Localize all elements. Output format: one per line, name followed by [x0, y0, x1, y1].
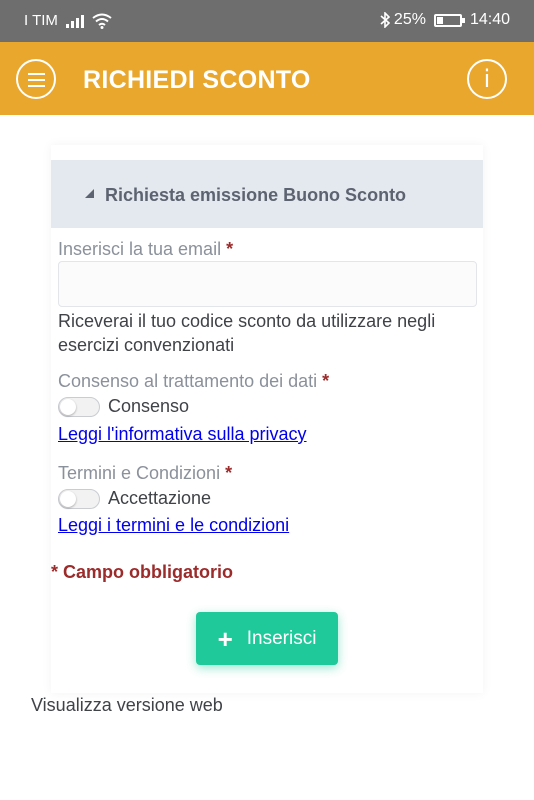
carrier-name: I TIM [24, 12, 58, 29]
email-label-text: Inserisci la tua email [58, 239, 222, 259]
battery-percent: 25% [393, 11, 426, 28]
form-card: Richiesta emissione Buono Sconto Inseris… [51, 145, 483, 693]
consent-toggle-row: Consenso [58, 396, 189, 417]
submit-label: Inserisci [246, 627, 317, 649]
submit-button[interactable]: + Inserisci [196, 612, 338, 665]
panel-header[interactable]: Richiesta emissione Buono Sconto [51, 160, 483, 228]
hamburger-icon-line [28, 85, 45, 87]
panel-title: Richiesta emissione Buono Sconto [105, 185, 407, 205]
consent-toggle-label: Consenso [108, 396, 190, 416]
email-help-text: Riceverai il tuo codice sconto da utiliz… [58, 311, 436, 355]
terms-toggle[interactable] [58, 488, 100, 509]
email-label: Inserisci la tua email * [58, 239, 233, 260]
page-title: RICHIEDI SCONTO [83, 66, 311, 94]
web-version-link[interactable]: Visualizza versione web [31, 695, 223, 716]
terms-toggle-label: Accettazione [108, 488, 212, 508]
signal-icon [65, 14, 84, 28]
bluetooth-icon [380, 12, 390, 28]
consent-toggle[interactable] [58, 396, 100, 417]
terms-link[interactable]: Leggi i termini e le condizioni [58, 515, 289, 536]
required-mark: * [225, 463, 233, 483]
wifi-icon [92, 13, 112, 29]
info-button[interactable]: i [467, 59, 507, 99]
clock: 14:40 [469, 11, 510, 28]
plus-icon: + [217, 623, 233, 654]
status-left: I TIM [24, 12, 112, 29]
terms-label-text: Termini e Condizioni [58, 463, 221, 483]
privacy-link[interactable]: Leggi l'informativa sulla privacy [58, 424, 307, 445]
terms-label: Termini e Condizioni * [58, 463, 232, 484]
required-mark: * [322, 371, 330, 391]
page-content: Richiesta emissione Buono Sconto Inseris… [0, 115, 534, 800]
terms-toggle-row: Accettazione [58, 488, 211, 509]
info-icon: i [483, 65, 491, 93]
required-mark: * [226, 239, 234, 259]
status-right: 25% 14:40 [380, 11, 510, 29]
email-field[interactable] [58, 261, 477, 307]
required-note: * Campo obbligatorio [51, 562, 233, 582]
hamburger-icon-line [28, 73, 45, 75]
menu-button[interactable] [16, 59, 56, 99]
caret-down-icon [85, 189, 94, 198]
consent-label: Consenso al trattamento dei dati * [58, 371, 329, 392]
hamburger-icon-line [28, 79, 45, 81]
consent-label-text: Consenso al trattamento dei dati [58, 371, 318, 391]
battery-icon [433, 13, 465, 27]
app-bar: RICHIEDI SCONTO i [0, 42, 534, 115]
status-bar: I TIM 25% 14:40 [0, 0, 534, 42]
